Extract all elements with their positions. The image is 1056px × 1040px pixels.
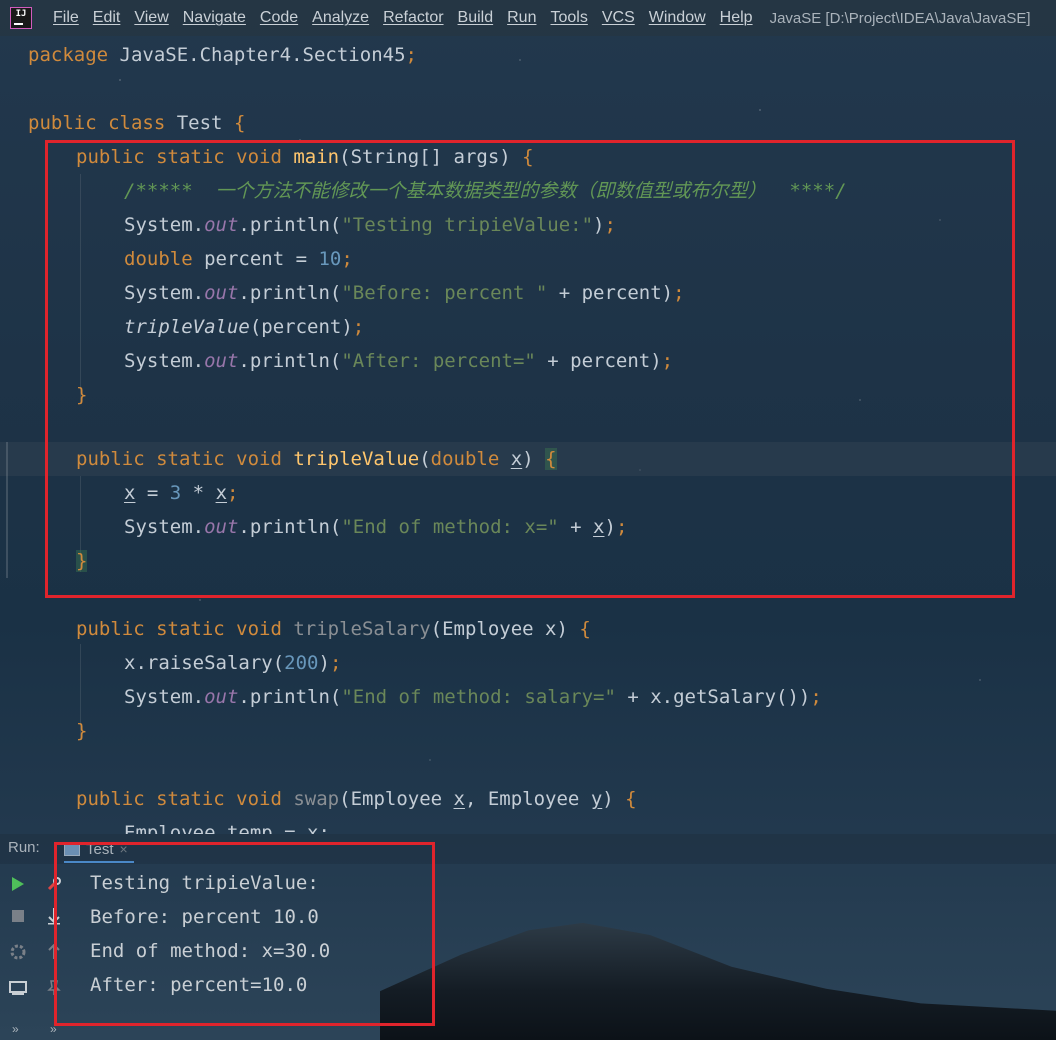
window-title: JavaSE [D:\Project\IDEA\Java\JavaSE] <box>769 9 1031 27</box>
code-line-package: package JavaSE.Chapter4.Section45; <box>28 44 417 66</box>
code-highlight-box <box>45 140 1015 598</box>
menu-file[interactable]: File <box>46 9 86 27</box>
menu-bar: IJ File Edit View Navigate Code Analyze … <box>0 0 1056 36</box>
gutter-marker <box>6 442 8 578</box>
code-line-swap-signature: public static void swap(Employee x, Empl… <box>76 788 637 810</box>
menu-edit[interactable]: Edit <box>86 9 128 27</box>
menu-view[interactable]: View <box>127 9 175 27</box>
console-highlight-box <box>54 842 435 1026</box>
code-line-raise-salary: x.raiseSalary(200); <box>124 652 342 674</box>
menu-code[interactable]: Code <box>253 9 305 27</box>
menu-tools[interactable]: Tools <box>543 9 594 27</box>
layout-icon[interactable] <box>8 978 28 998</box>
intellij-logo-icon: IJ <box>10 7 32 29</box>
menu-vcs[interactable]: VCS <box>595 9 642 27</box>
menu-run[interactable]: Run <box>500 9 543 27</box>
run-toolbar <box>0 864 61 1040</box>
code-line-class: public class Test { <box>28 112 246 134</box>
menu-analyze[interactable]: Analyze <box>305 9 376 27</box>
debug-settings-icon[interactable] <box>8 942 28 962</box>
code-line-triplesalary-signature: public static void tripleSalary(Employee… <box>76 618 591 640</box>
menu-build[interactable]: Build <box>451 9 501 27</box>
code-line-partial: Employee temp = x; <box>124 822 330 834</box>
stop-icon[interactable] <box>8 906 28 926</box>
menu-refactor[interactable]: Refactor <box>376 9 450 27</box>
code-line-println-end-salary: System.out.println("End of method: salar… <box>124 686 822 708</box>
menu-navigate[interactable]: Navigate <box>176 9 253 27</box>
run-label: Run: <box>8 839 40 856</box>
code-line-triplesalary-close: } <box>76 720 88 742</box>
menu-window[interactable]: Window <box>642 9 713 27</box>
menu-help[interactable]: Help <box>713 9 760 27</box>
expand-toolbar-icon[interactable]: » <box>12 1022 19 1036</box>
run-icon[interactable] <box>8 874 28 894</box>
